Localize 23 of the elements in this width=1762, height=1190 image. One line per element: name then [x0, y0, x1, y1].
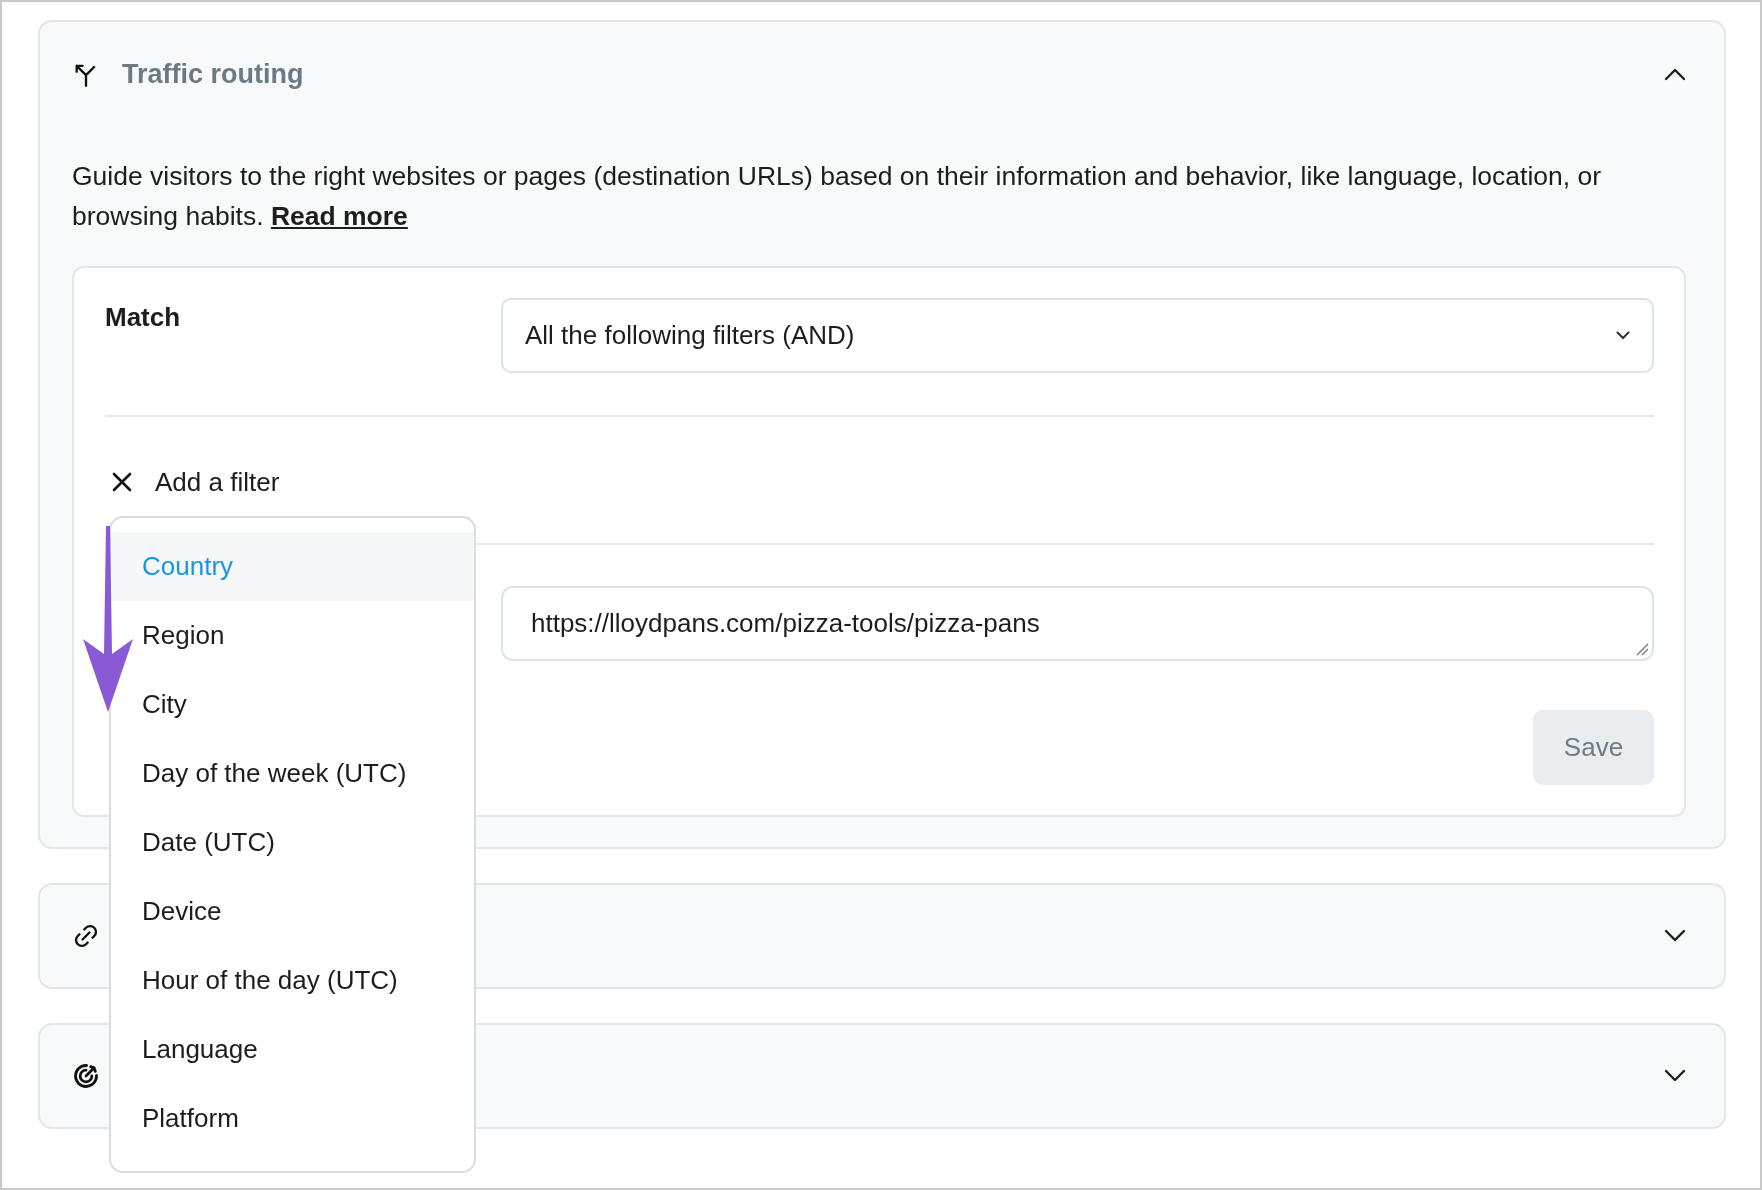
menu-item[interactable]: City	[111, 670, 474, 739]
menu-item[interactable]: Date (UTC)	[111, 808, 474, 877]
match-select[interactable]: All the following filters (AND)	[501, 298, 1654, 373]
read-more-link[interactable]: Read more	[270, 201, 408, 231]
target-icon	[72, 1062, 100, 1090]
menu-item[interactable]: Device	[111, 877, 474, 946]
menu-item[interactable]: Platform	[111, 1084, 474, 1153]
section-title: Traffic routing	[122, 58, 305, 90]
description-text: Guide visitors to the right websites or pages (destination URLs) based on their information and behavior, like language, location, or browsing habits. Read more	[72, 160, 1603, 233]
resize-grip-icon[interactable]	[1635, 642, 1649, 656]
menu-item[interactable]: Day of the week (UTC)	[111, 739, 474, 808]
match-label: Match	[105, 301, 182, 333]
menu-item[interactable]: Language	[111, 1015, 474, 1084]
chevron-down-icon	[1616, 331, 1630, 340]
chevron-down-icon[interactable]	[1664, 929, 1686, 943]
add-filter-label: Add a filter	[155, 466, 280, 498]
chevron-up-icon[interactable]	[1664, 67, 1686, 81]
close-icon[interactable]	[111, 471, 133, 493]
url-field[interactable]: https://lloydpans.com/pizza-tools/pizza-pans	[501, 586, 1654, 661]
menu-item[interactable]: Hour of the day (UTC)	[111, 946, 474, 1015]
menu-item[interactable]: Region	[111, 601, 474, 670]
chevron-down-icon[interactable]	[1664, 1069, 1686, 1083]
link-icon	[72, 922, 100, 950]
